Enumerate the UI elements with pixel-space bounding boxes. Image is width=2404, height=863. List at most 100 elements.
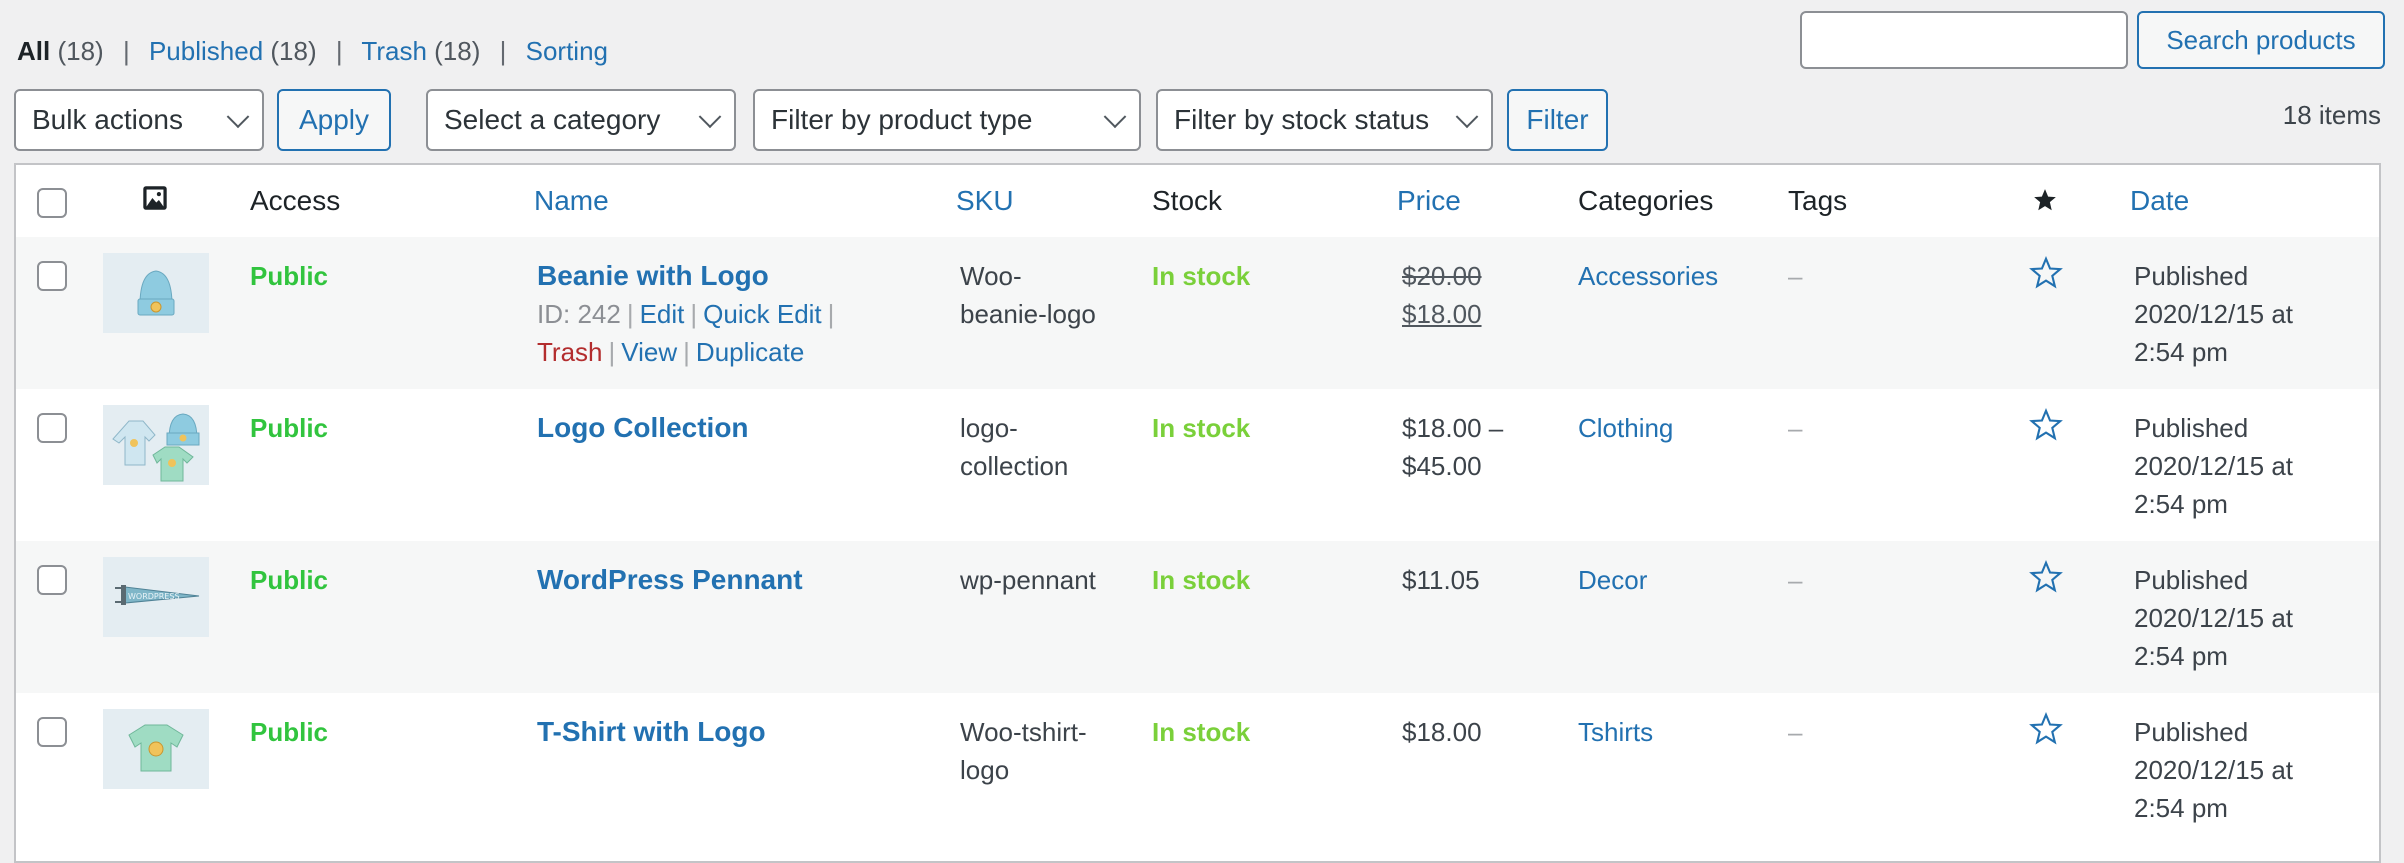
stock-status-select[interactable]: Filter by stock status [1156, 89, 1493, 151]
view-all-count: (18) [57, 36, 104, 66]
separator: | [122, 36, 130, 66]
featured-star-filled-icon[interactable] [2032, 187, 2058, 220]
column-sku[interactable]: SKU [956, 185, 1014, 217]
time-value: 2:54 pm [2134, 489, 2228, 519]
name-cell: Beanie with Logo ID: 242 | Edit | Quick Edit… [537, 257, 840, 371]
category-link[interactable]: Tshirts [1578, 713, 1653, 751]
chevron-down-icon [226, 105, 250, 129]
bulk-actions-select[interactable]: Bulk actions [14, 89, 264, 151]
view-trash[interactable]: Trash [361, 36, 427, 66]
product-type-select-label: Filter by product type [771, 104, 1033, 135]
product-id: ID: 242 [537, 299, 621, 329]
sku-cell: logo- collection [960, 409, 1068, 485]
price-range-min: $18.00 – [1402, 413, 1504, 443]
column-categories: Categories [1578, 185, 1714, 216]
view-filters: All (18) | Published (18) | Trash (18) |… [17, 32, 608, 70]
time-value: 2:54 pm [2134, 793, 2228, 823]
time-value: 2:54 pm [2134, 337, 2228, 367]
row-checkbox[interactable] [37, 261, 67, 291]
view-link[interactable]: View [621, 337, 677, 367]
price-cell: $20.00 $18.00 [1402, 257, 1482, 333]
tags-value: – [1788, 565, 1803, 595]
edit-link[interactable]: Edit [640, 299, 685, 329]
column-access: Access [250, 185, 341, 216]
price-range-max: $45.00 [1402, 451, 1482, 481]
date-value: 2020/12/15 at [2134, 451, 2294, 481]
row-checkbox[interactable] [37, 413, 67, 443]
duplicate-link[interactable]: Duplicate [696, 337, 804, 367]
price-cell: $18.00 – $45.00 [1402, 409, 1503, 485]
column-tags: Tags [1788, 185, 1848, 216]
column-date[interactable]: Date [2130, 185, 2189, 217]
regular-price: $20.00 [1402, 261, 1482, 291]
tags-value: – [1788, 413, 1803, 443]
table-row: Public T-Shirt with Logo Woo-tshirt- log… [16, 693, 2379, 845]
product-name-link[interactable]: T-Shirt with Logo [537, 713, 766, 751]
date-value: 2020/12/15 at [2134, 755, 2294, 785]
table-row: Public Beanie with Logo ID: 242 | Edit | Qui… [16, 237, 2379, 389]
row-checkbox[interactable] [37, 565, 67, 595]
view-sorting[interactable]: Sorting [526, 36, 608, 66]
filter-button[interactable]: Filter [1507, 89, 1608, 151]
column-price[interactable]: Price [1397, 185, 1461, 217]
chevron-down-icon [1455, 105, 1479, 129]
product-name-link[interactable]: WordPress Pennant [537, 561, 803, 599]
sku-cell: wp-pennant [960, 561, 1096, 599]
sku-line: logo- [960, 413, 1018, 443]
bulk-actions-label: Bulk actions [32, 104, 183, 135]
product-name-link[interactable]: Beanie with Logo [537, 260, 769, 291]
row-checkbox[interactable] [37, 717, 67, 747]
tshirt-thumbnail[interactable] [103, 709, 209, 789]
price-value: $11.05 [1402, 565, 1480, 595]
time-value: 2:54 pm [2134, 641, 2228, 671]
logo-collection-thumbnail[interactable] [103, 405, 209, 485]
category-link[interactable]: Accessories [1578, 257, 1718, 295]
search-input[interactable] [1800, 11, 2128, 69]
view-trash-count: (18) [434, 36, 481, 66]
access-status: Public [250, 261, 329, 291]
sku-line: wp-pennant [960, 565, 1096, 595]
trash-link[interactable]: Trash [537, 337, 603, 367]
product-type-select[interactable]: Filter by product type [753, 89, 1141, 151]
sku-cell: Woo- beanie-logo [960, 257, 1096, 333]
stock-status: In stock [1152, 261, 1251, 291]
column-name[interactable]: Name [534, 185, 609, 217]
select-all-checkbox[interactable] [37, 188, 67, 218]
star-outline-icon[interactable] [2028, 711, 2064, 754]
category-select[interactable]: Select a category [426, 89, 736, 151]
chevron-down-icon [698, 105, 722, 129]
star-outline-icon[interactable] [2028, 255, 2064, 298]
separator: | [499, 36, 507, 66]
pennant-thumbnail[interactable]: WORDPRESS [103, 557, 209, 637]
category-link[interactable]: Clothing [1578, 409, 1673, 447]
table-header: Access Name SKU Stock Price Categories T… [16, 165, 2379, 239]
items-count: 18 items [2282, 100, 2381, 130]
price-cell: $11.05 [1402, 561, 1480, 599]
sku-line: Woo-tshirt- [960, 717, 1087, 747]
beanie-thumbnail[interactable] [103, 253, 209, 333]
star-outline-icon[interactable] [2028, 559, 2064, 602]
date-cell: Published 2020/12/15 at 2:54 pm [2134, 409, 2293, 523]
access-status: Public [250, 565, 329, 595]
category-select-label: Select a category [444, 104, 661, 135]
stock-status: In stock [1152, 565, 1251, 595]
stock-status-select-label: Filter by stock status [1174, 104, 1430, 135]
table-row: WORDPRESS Public WordPress Pennant wp-pe… [16, 541, 2379, 693]
sku-line: collection [960, 451, 1069, 481]
price-value: $18.00 [1402, 717, 1482, 747]
product-name-link[interactable]: Logo Collection [537, 409, 749, 447]
star-outline-icon[interactable] [2028, 407, 2064, 450]
row-actions: ID: 242 | Edit | Quick Edit | Trash | View | Dupl… [537, 299, 835, 367]
search-products-button[interactable]: Search products [2137, 11, 2385, 69]
date-cell: Published 2020/12/15 at 2:54 pm [2134, 561, 2293, 675]
view-published[interactable]: Published [149, 36, 263, 66]
date-status: Published [2134, 565, 2249, 595]
sku-cell: Woo-tshirt- logo [960, 713, 1087, 789]
quick-edit-link[interactable]: Quick Edit [703, 299, 822, 329]
sale-price: $18.00 [1402, 299, 1482, 329]
category-link[interactable]: Decor [1578, 561, 1647, 599]
apply-button[interactable]: Apply [277, 89, 391, 151]
sku-line: Woo- [960, 261, 1022, 291]
view-all[interactable]: All [17, 36, 50, 66]
access-status: Public [250, 413, 329, 443]
